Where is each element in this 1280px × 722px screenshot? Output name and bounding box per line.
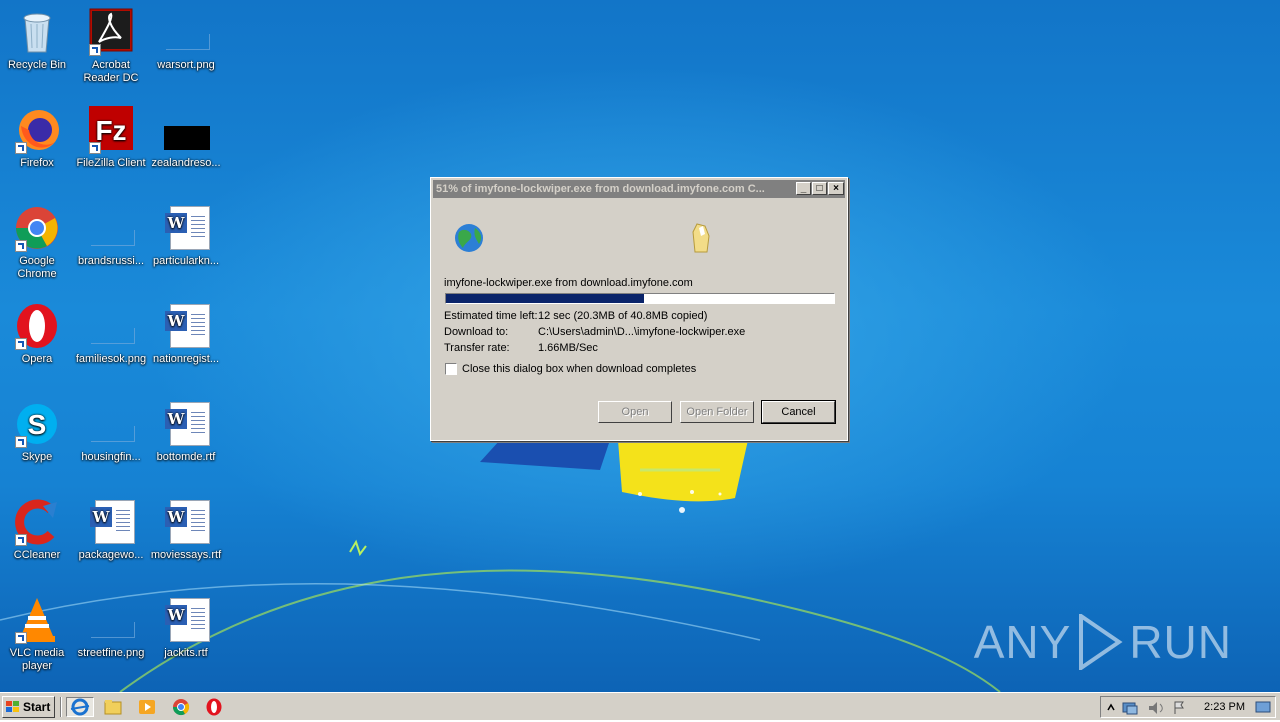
desktop-icon-brandsrussi[interactable]: brandsrussi... xyxy=(74,204,148,268)
desktop-icon-packagewo[interactable]: W packagewo... xyxy=(74,498,148,562)
start-button[interactable]: Start xyxy=(2,696,55,718)
image-file-icon xyxy=(87,400,135,448)
acrobat-icon xyxy=(87,8,135,56)
close-button[interactable]: × xyxy=(828,182,844,195)
cancel-button[interactable]: Cancel xyxy=(761,400,836,424)
firefox-icon xyxy=(13,106,61,154)
download-progress-bar xyxy=(445,293,835,304)
chrome-icon xyxy=(13,204,61,252)
tray-icons xyxy=(1107,701,1184,715)
desktop-icon-filezilla[interactable]: Fz FileZilla Client xyxy=(74,106,148,170)
quicklaunch-opera[interactable] xyxy=(203,697,225,717)
desktop-icon-familiesok[interactable]: familiesok.png xyxy=(74,302,148,366)
dialog-titlebar[interactable]: 51% of imyfone-lockwiper.exe from downlo… xyxy=(433,180,845,198)
desktop-icon-firefox[interactable]: Firefox xyxy=(0,106,74,170)
desktop-icon-vlc[interactable]: VLC media player xyxy=(0,596,74,673)
desktop: ANY RUN Recycle Bin Firefox Google Chrom… xyxy=(0,0,1280,692)
desktop-icon-moviessays[interactable]: W moviessays.rtf xyxy=(149,498,223,562)
image-file-icon xyxy=(87,302,135,350)
desktop-icon-recycle-bin[interactable]: Recycle Bin xyxy=(0,8,74,72)
desktop-icon-skype[interactable]: S Skype xyxy=(0,400,74,464)
image-file-icon xyxy=(87,204,135,252)
word-doc-icon: W xyxy=(162,204,210,252)
estimated-time-label: Estimated time left: xyxy=(444,310,538,322)
word-doc-icon: W xyxy=(162,498,210,546)
maximize-button[interactable]: □ xyxy=(812,182,827,195)
dialog-title: 51% of imyfone-lockwiper.exe from downlo… xyxy=(436,183,765,195)
word-doc-icon: W xyxy=(162,302,210,350)
image-file-icon xyxy=(162,106,210,154)
filezilla-icon: Fz xyxy=(87,106,135,154)
minimize-button[interactable]: _ xyxy=(796,182,811,195)
vlc-icon xyxy=(13,596,61,644)
desktop-icon-warsort[interactable]: warsort.png xyxy=(149,8,223,72)
anyrun-watermark: ANY RUN xyxy=(973,614,1232,670)
desktop-icon-housingfin[interactable]: housingfin... xyxy=(74,400,148,464)
desktop-icon-ccleaner[interactable]: CCleaner xyxy=(0,498,74,562)
desktop-icon-bottomde[interactable]: W bottomde.rtf xyxy=(149,400,223,464)
transfer-rate-value: 1.66MB/Sec xyxy=(538,342,598,354)
image-file-icon xyxy=(87,596,135,644)
ie-icon xyxy=(70,698,90,716)
globe-icon xyxy=(455,224,483,252)
chrome-icon xyxy=(172,699,190,716)
opera-icon xyxy=(13,302,61,350)
desktop-icon-acrobat[interactable]: Acrobat Reader DC xyxy=(74,8,148,85)
svg-text:S: S xyxy=(28,409,47,440)
explorer-icon xyxy=(104,700,122,715)
desktop-icon-zealandreso[interactable]: zealandreso... xyxy=(149,106,223,170)
desktop-icon-jackits[interactable]: W jackits.rtf xyxy=(149,596,223,660)
word-doc-icon: W xyxy=(162,596,210,644)
ccleaner-icon xyxy=(13,498,61,546)
quicklaunch-ie[interactable] xyxy=(66,697,94,717)
open-button[interactable]: Open xyxy=(598,401,672,423)
quicklaunch-chrome[interactable] xyxy=(170,697,192,717)
desktop-icon-streetfine[interactable]: streetfine.png xyxy=(74,596,148,660)
word-doc-icon: W xyxy=(162,400,210,448)
folder-icon xyxy=(692,223,710,253)
windows-flag-icon xyxy=(6,701,19,712)
desktop-icon-google-chrome[interactable]: Google Chrome xyxy=(0,204,74,281)
download-dialog: 51% of imyfone-lockwiper.exe from downlo… xyxy=(430,177,848,441)
play-triangle-icon xyxy=(1079,614,1123,670)
desktop-icon-opera[interactable]: Opera xyxy=(0,302,74,366)
close-on-complete-label[interactable]: Close this dialog box when download comp… xyxy=(462,363,696,375)
download-file-line: imyfone-lockwiper.exe from download.imyf… xyxy=(444,277,693,289)
close-on-complete-checkbox[interactable] xyxy=(445,363,457,375)
transfer-rate-label: Transfer rate: xyxy=(444,342,510,354)
taskbar-separator xyxy=(60,697,62,717)
image-file-icon xyxy=(162,8,210,56)
taskbar: Start 2:23 PM xyxy=(0,692,1280,720)
transfer-animation xyxy=(455,223,710,253)
estimated-time-value: 12 sec (20.3MB of 40.8MB copied) xyxy=(538,310,708,322)
clock[interactable]: 2:23 PM xyxy=(1204,701,1245,713)
quicklaunch-explorer[interactable] xyxy=(102,697,124,717)
system-tray: 2:23 PM xyxy=(1100,696,1276,718)
show-desktop-icon[interactable] xyxy=(1255,700,1271,714)
word-doc-icon: W xyxy=(87,498,135,546)
download-to-value: C:\Users\admin\D...\imyfone-lockwiper.ex… xyxy=(538,326,746,338)
opera-icon xyxy=(206,698,222,716)
open-folder-button[interactable]: Open Folder xyxy=(680,401,754,423)
desktop-icon-nationregist[interactable]: W nationregist... xyxy=(149,302,223,366)
media-player-icon xyxy=(139,700,155,714)
download-to-label: Download to: xyxy=(444,326,509,338)
skype-icon: S xyxy=(13,400,61,448)
quicklaunch-media-player[interactable] xyxy=(136,697,158,717)
recycle-bin-icon xyxy=(13,8,61,56)
desktop-icon-particularkn[interactable]: W particularkn... xyxy=(149,204,223,268)
progress-fill xyxy=(446,294,644,303)
